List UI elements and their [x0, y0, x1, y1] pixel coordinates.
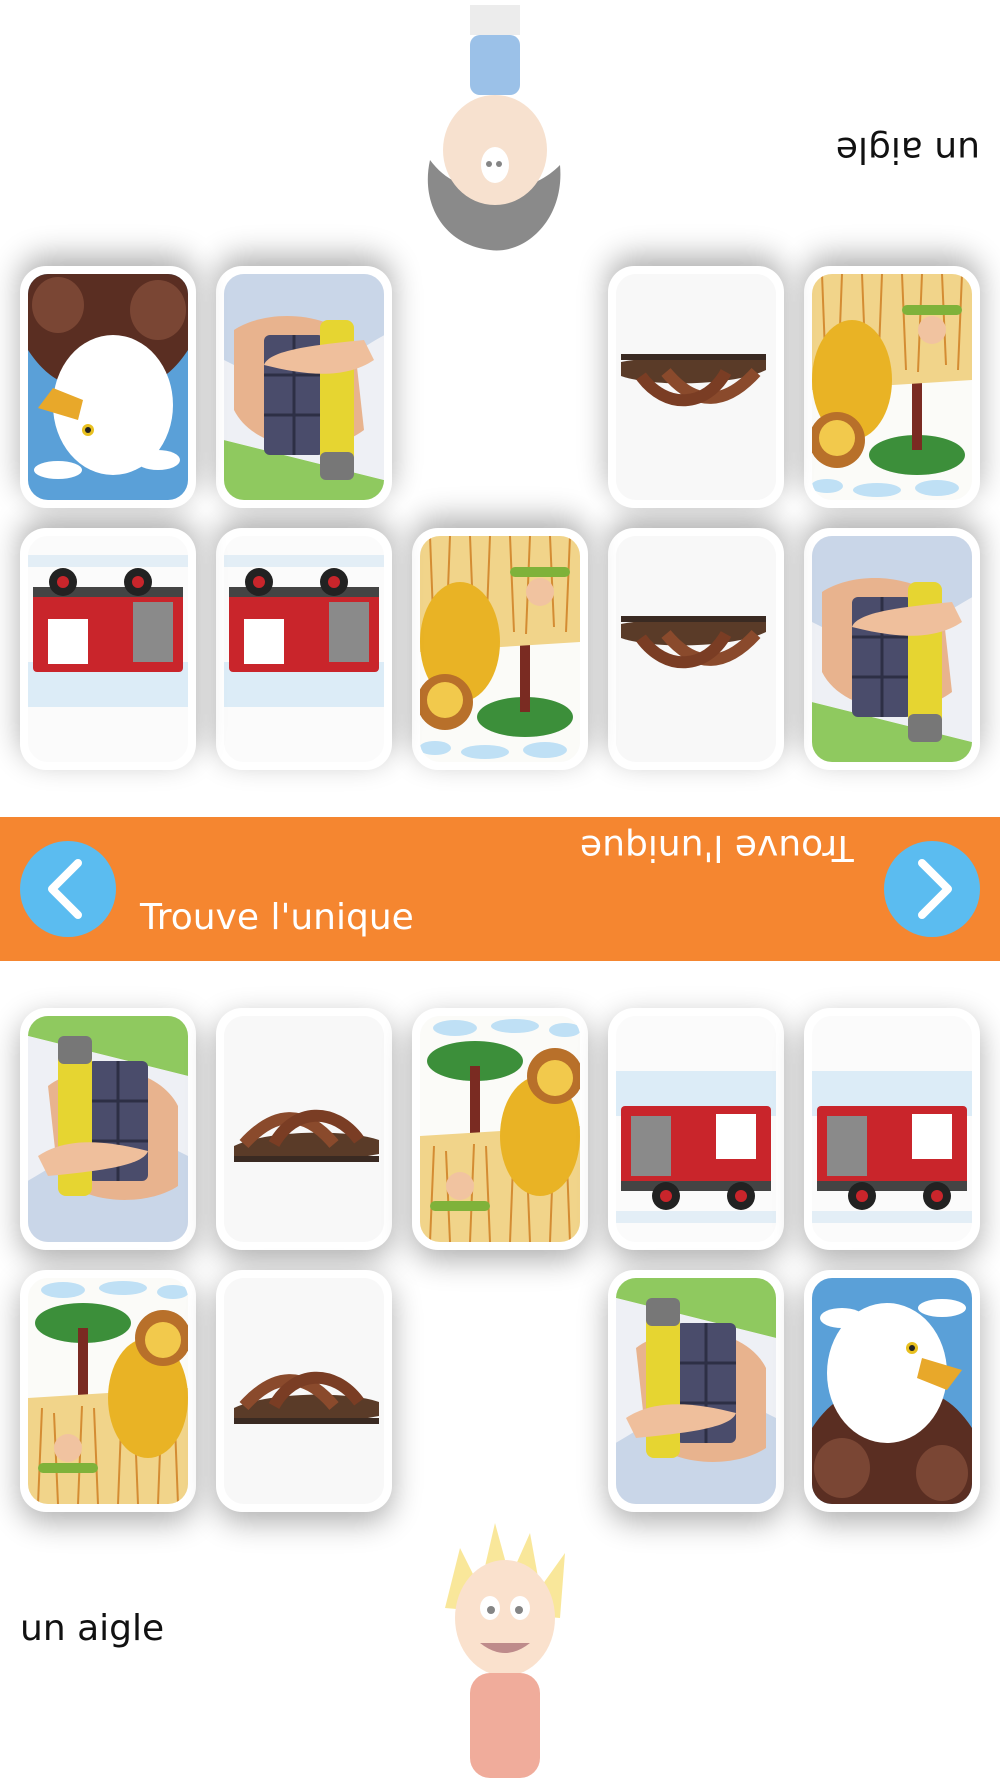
- card-glue-stick[interactable]: [608, 1270, 784, 1512]
- player-prompt-label: un aigle: [20, 1608, 165, 1649]
- opponent-card-grid: [0, 266, 1000, 770]
- card-sandal[interactable]: [608, 266, 784, 508]
- center-banner: Trouve l'unique Trouve l'unique: [0, 817, 1000, 961]
- previous-button[interactable]: [20, 841, 116, 937]
- card-fire-truck[interactable]: [20, 528, 196, 770]
- card-tree-lion[interactable]: [412, 528, 588, 770]
- card-eagle[interactable]: [20, 266, 196, 508]
- card-sandal[interactable]: [216, 1270, 392, 1512]
- chevron-left-icon: [48, 859, 82, 919]
- opponent-area: un aigle: [0, 0, 1000, 800]
- dark-haired-boy-avatar: [415, 0, 575, 260]
- card-sandal[interactable]: [608, 528, 784, 770]
- card-glue-stick[interactable]: [216, 266, 392, 508]
- card-glue-stick[interactable]: [804, 528, 980, 770]
- card-fire-truck[interactable]: [216, 528, 392, 770]
- banner-title-flipped: Trouve l'unique: [580, 827, 854, 868]
- player-area: un aigle: [0, 978, 1000, 1778]
- card-glue-stick[interactable]: [20, 1008, 196, 1250]
- player-card-grid: [0, 1008, 1000, 1512]
- card-tree-lion[interactable]: [412, 1008, 588, 1250]
- next-button[interactable]: [884, 841, 980, 937]
- card-fire-truck[interactable]: [804, 1008, 980, 1250]
- card-eagle[interactable]: [804, 1270, 980, 1512]
- card-sandal[interactable]: [216, 1008, 392, 1250]
- opponent-prompt-label: un aigle: [835, 129, 980, 170]
- card-tree-lion[interactable]: [804, 266, 980, 508]
- chevron-right-icon: [918, 859, 952, 919]
- blond-boy-avatar: [425, 1518, 585, 1780]
- card-tree-lion[interactable]: [20, 1270, 196, 1512]
- card-fire-truck[interactable]: [608, 1008, 784, 1250]
- banner-title: Trouve l'unique: [140, 897, 414, 938]
